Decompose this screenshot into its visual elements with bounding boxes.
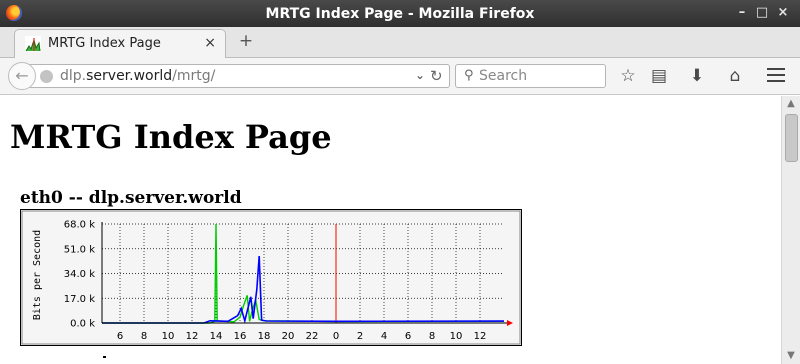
page-title: MRTG Index Page xyxy=(10,118,332,156)
x-tick-label: 2 xyxy=(357,331,363,342)
window-titlebar: MRTG Index Page - Mozilla Firefox – □ × xyxy=(0,0,800,27)
maximize-button[interactable]: □ xyxy=(754,5,770,21)
url-path: /mrtg/ xyxy=(172,68,216,84)
download-icon[interactable]: ⬇ xyxy=(686,65,708,87)
y-tick-label: 34.0 k xyxy=(64,269,95,280)
x-tick-label: 18 xyxy=(258,331,271,342)
y-tick-label: 0.0 k xyxy=(70,319,95,330)
y-tick-label: 17.0 k xyxy=(64,294,95,305)
minimize-button[interactable]: – xyxy=(734,5,750,21)
tab-close-icon[interactable]: × xyxy=(204,35,216,51)
y-axis-label: Bits per Second xyxy=(32,230,43,320)
graph-title[interactable]: eth0 -- dlp.server.world xyxy=(20,188,242,208)
tab-label: MRTG Index Page xyxy=(48,36,161,51)
x-tick-label: 6 xyxy=(117,331,123,342)
traffic-graph-link[interactable]: 0.0 k 17.0 k 34.0 k 51.0 k 68.0 k 6 8 10 12 14 16 1… xyxy=(20,209,522,346)
firefox-icon xyxy=(6,5,22,21)
reading-list-icon[interactable]: ▤ xyxy=(648,65,670,87)
scroll-up-icon[interactable]: ▲ xyxy=(785,99,797,109)
address-bar[interactable]: dlp.server.world/mrtg/ ⌄ ↻ xyxy=(30,64,450,88)
page-content: MRTG Index Page eth0 -- dlp.server.world… xyxy=(0,96,781,364)
url-text[interactable]: dlp.server.world/mrtg/ xyxy=(60,68,215,84)
x-tick-label: 16 xyxy=(234,331,247,342)
x-tick-label: 12 xyxy=(186,331,199,342)
x-tick-label: 12 xyxy=(474,331,487,342)
y-tick-label: 51.0 k xyxy=(64,244,95,255)
mrtg-graph-icon xyxy=(25,36,41,52)
search-box[interactable]: ⚲ xyxy=(455,64,606,88)
x-tick-label: 14 xyxy=(210,331,223,342)
page-fragment xyxy=(103,356,106,358)
vertical-scrollbar[interactable]: ▲ ▼ xyxy=(781,96,800,364)
x-tick-label: 8 xyxy=(429,331,435,342)
tab-mrtg-index[interactable]: MRTG Index Page × xyxy=(14,29,226,59)
traffic-graph: 0.0 k 17.0 k 34.0 k 51.0 k 68.0 k 6 8 10 12 14 16 1… xyxy=(20,209,522,346)
x-tick-label: 8 xyxy=(141,331,147,342)
home-icon[interactable]: ⌂ xyxy=(724,65,746,87)
x-tick-label: 10 xyxy=(450,331,463,342)
x-tick-label: 22 xyxy=(306,331,319,342)
search-input[interactable] xyxy=(479,67,599,85)
x-tick-label: 4 xyxy=(381,331,387,342)
url-prefix: dlp. xyxy=(60,68,87,84)
x-tick-label: 0 xyxy=(333,331,339,342)
bookmark-star-icon[interactable]: ☆ xyxy=(617,65,639,87)
search-icon: ⚲ xyxy=(464,68,474,83)
x-tick-label: 20 xyxy=(282,331,295,342)
navigation-bar: dlp.server.world/mrtg/ ⌄ ↻ ← ⚲ ☆ ▤ ⬇ ⌂ xyxy=(0,58,800,95)
x-tick-label: 10 xyxy=(162,331,175,342)
y-tick-label: 68.0 k xyxy=(64,220,95,231)
globe-icon xyxy=(40,70,53,83)
tab-strip: MRTG Index Page × + xyxy=(0,27,800,59)
hamburger-menu-icon[interactable] xyxy=(767,68,785,84)
scroll-down-icon[interactable]: ▼ xyxy=(785,351,797,361)
x-tick-label: 6 xyxy=(405,331,411,342)
window-title: MRTG Index Page - Mozilla Firefox xyxy=(265,5,535,22)
back-button[interactable]: ← xyxy=(8,62,36,90)
history-dropdown-icon[interactable]: ⌄ xyxy=(415,68,425,82)
scroll-thumb[interactable] xyxy=(785,114,798,162)
url-domain: server.world xyxy=(86,68,173,84)
reload-icon[interactable]: ↻ xyxy=(430,67,443,85)
new-tab-button[interactable]: + xyxy=(236,31,256,51)
close-window-button[interactable]: × xyxy=(775,5,791,21)
